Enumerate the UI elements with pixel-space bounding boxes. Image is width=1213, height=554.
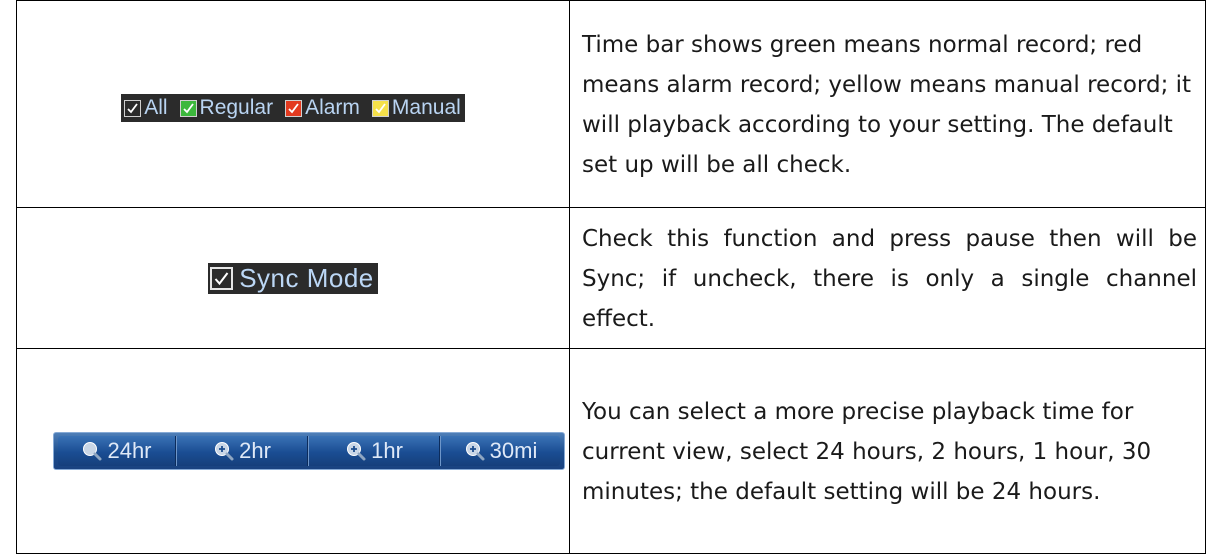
- filter-regular[interactable]: Regular: [179, 94, 274, 122]
- filter-all[interactable]: All: [124, 94, 168, 122]
- filter-regular-label: Regular: [199, 96, 274, 119]
- checkbox-checked-icon[interactable]: [210, 266, 234, 290]
- zoom-in-icon: [213, 440, 235, 462]
- table-row: 24hr 2hr 1hr 30mi You can select a more …: [16, 348, 1206, 554]
- zoom-30mi-label: 30mi: [489, 438, 538, 463]
- checkbox-checked-icon[interactable]: [179, 99, 197, 117]
- checkbox-checked-icon[interactable]: [371, 99, 389, 117]
- zoom-30mi-button[interactable]: 30mi: [440, 436, 560, 466]
- zoom-1hr-label: 1hr: [371, 438, 403, 463]
- sync-mode-label: Sync Mode: [239, 262, 374, 293]
- filter-manual[interactable]: Manual: [371, 94, 461, 122]
- zoom-time-bar: 24hr 2hr 1hr 30mi: [53, 432, 565, 470]
- zoom-2hr-button[interactable]: 2hr: [176, 436, 308, 466]
- sync-mode-cell: Sync Mode: [16, 207, 570, 349]
- zoom-24hr-button[interactable]: 24hr: [58, 436, 176, 466]
- table-row: Sync Mode Check this function and press …: [16, 207, 1206, 349]
- table-row: All Regular Alarm Manual Time bar shows …: [16, 0, 1206, 208]
- zoom-icon: [81, 440, 103, 462]
- zoom-time-description: You can select a more precise playback t…: [569, 348, 1206, 554]
- record-filter-cell: All Regular Alarm Manual: [16, 0, 570, 208]
- zoom-24hr-label: 24hr: [107, 438, 152, 463]
- zoom-in-icon: [464, 440, 486, 462]
- zoom-1hr-button[interactable]: 1hr: [308, 436, 440, 466]
- sync-mode-description: Check this function and press pause then…: [569, 207, 1206, 349]
- filter-alarm[interactable]: Alarm: [285, 94, 360, 122]
- zoom-in-icon: [345, 440, 367, 462]
- filter-all-label: All: [144, 96, 168, 119]
- sync-mode-checkbox[interactable]: Sync Mode: [208, 262, 378, 294]
- record-type-filter-bar: All Regular Alarm Manual: [121, 94, 465, 122]
- zoom-time-cell: 24hr 2hr 1hr 30mi: [16, 348, 570, 554]
- checkbox-checked-icon[interactable]: [285, 99, 303, 117]
- filter-manual-label: Manual: [391, 96, 461, 119]
- zoom-2hr-label: 2hr: [239, 438, 271, 463]
- checkbox-checked-icon[interactable]: [124, 99, 142, 117]
- record-filter-description: Time bar shows green means normal record…: [569, 0, 1206, 208]
- feature-table: All Regular Alarm Manual Time bar shows …: [16, 0, 1206, 554]
- filter-alarm-label: Alarm: [305, 96, 360, 119]
